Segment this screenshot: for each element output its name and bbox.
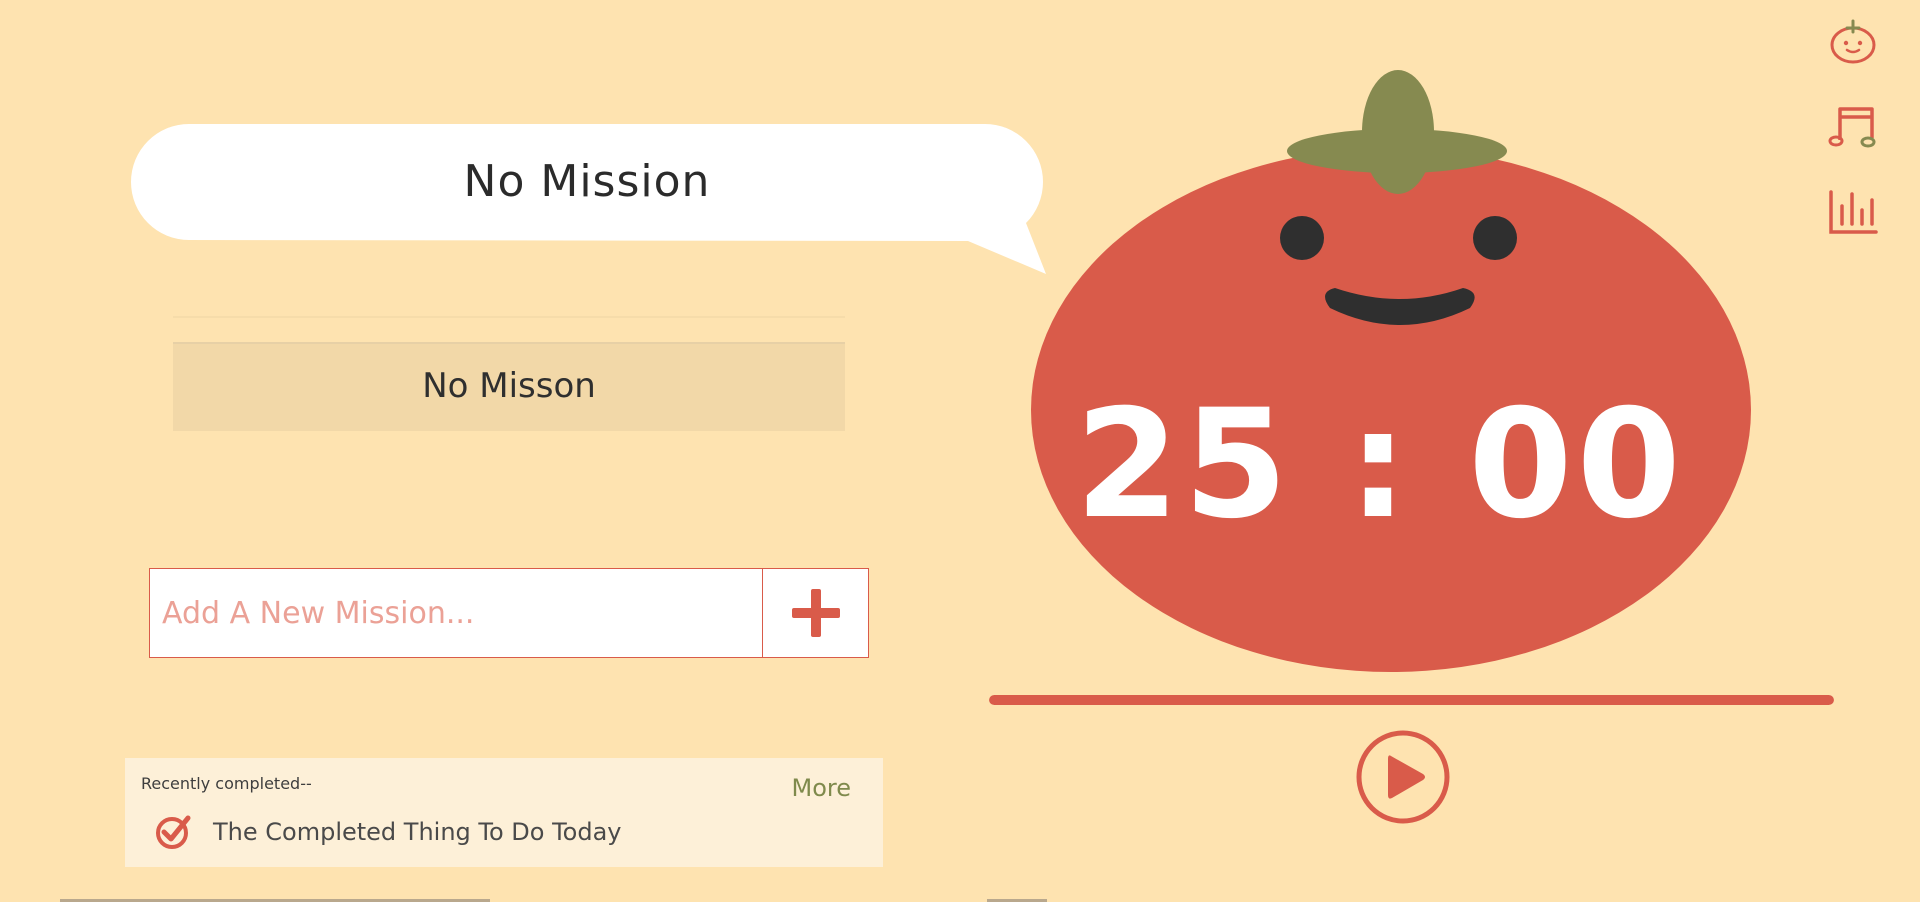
recently-completed-panel: Recently completed-- More The Completed … — [125, 758, 883, 867]
tomato-illustration — [1031, 70, 1751, 672]
current-mission-bubble: No Mission — [131, 124, 1046, 274]
tomato-timer — [1020, 70, 1760, 680]
add-mission-input[interactable] — [149, 568, 762, 658]
completed-list-item[interactable]: The Completed Thing To Do Today — [155, 814, 622, 850]
more-link[interactable]: More — [792, 774, 852, 802]
mission-list-divider — [173, 316, 845, 318]
check-circle-icon — [156, 815, 191, 849]
music-note-icon — [1828, 107, 1876, 148]
bar-chart-icon — [1829, 190, 1878, 234]
add-mission-form — [149, 568, 869, 658]
recently-completed-title: Recently completed-- — [141, 774, 312, 793]
timer-progress-fill — [989, 695, 1834, 705]
play-icon — [1356, 730, 1450, 824]
music-button[interactable] — [1826, 100, 1880, 154]
tomato-mascot-button[interactable] — [1826, 16, 1880, 70]
add-mission-button[interactable] — [762, 568, 869, 658]
statistics-button[interactable] — [1826, 184, 1880, 238]
plus-icon — [791, 589, 840, 637]
current-mission-title: No Mission — [463, 156, 711, 207]
play-button[interactable] — [1355, 729, 1451, 825]
tomato-icon — [1830, 19, 1876, 64]
mission-list-item[interactable]: No Misson — [173, 342, 845, 431]
completed-item-label: The Completed Thing To Do Today — [213, 818, 622, 846]
timer-progress-bar — [989, 695, 1834, 705]
pomodoro-app: No Mission No Misson Recently completed-… — [0, 0, 1920, 902]
timer-display: 25 : 00 — [1075, 378, 1685, 552]
